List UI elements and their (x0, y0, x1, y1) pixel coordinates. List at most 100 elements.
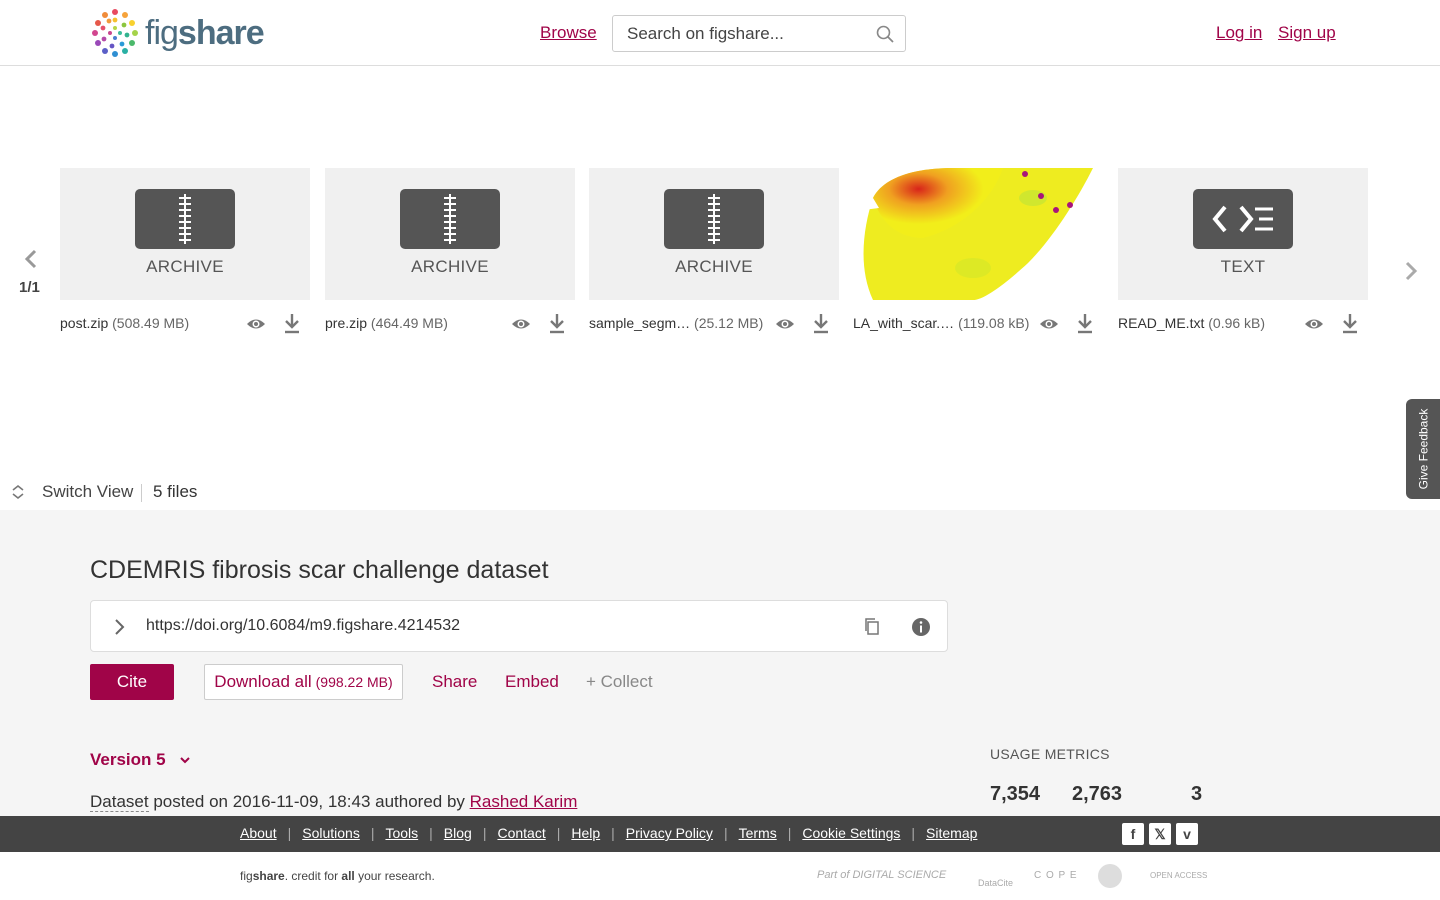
file-name: post.zip (508.49 MB) (60, 315, 190, 331)
carousel-prev-button[interactable] (20, 246, 42, 272)
file-card[interactable]: TEXT READ_ME.txt (0.96 kB) (1118, 168, 1368, 336)
search-icon[interactable] (865, 16, 905, 51)
info-icon[interactable] (911, 617, 931, 637)
doi-link[interactable]: https://doi.org/10.6084/m9.figshare.4214… (146, 617, 460, 635)
share-button[interactable]: Share (432, 672, 477, 692)
badge-logo[interactable] (1098, 864, 1122, 888)
file-card[interactable]: ARCHIVE sample_segm… (25.12 MB) (589, 168, 839, 336)
file-card[interactable]: ARCHIVE post.zip (508.49 MB) (60, 168, 310, 336)
archive-icon (664, 189, 764, 249)
footer-link-cookie-settings[interactable]: Cookie Settings (802, 825, 900, 841)
give-feedback-tab[interactable]: Give Feedback (1406, 399, 1440, 499)
collect-button[interactable]: + Collect (586, 672, 653, 692)
doi-box: https://doi.org/10.6084/m9.figshare.4214… (90, 600, 948, 652)
digital-science-logo[interactable]: Part of DIGITAL SCIENCE (817, 869, 946, 881)
archive-icon (135, 189, 235, 249)
file-meta: READ_ME.txt (0.96 kB) (1118, 312, 1368, 336)
download-icon[interactable] (547, 312, 567, 334)
footer-link-tools[interactable]: Tools (385, 825, 418, 841)
login-link[interactable]: Log in (1216, 23, 1262, 43)
chevron-left-icon (24, 249, 37, 269)
figshare-logo-icon (92, 9, 138, 57)
file-name: pre.zip (464.49 MB) (325, 315, 448, 331)
file-thumbnail[interactable]: ARCHIVE (589, 168, 839, 300)
file-type-label: ARCHIVE (675, 257, 753, 276)
logo-wordmark: figshare (145, 13, 265, 52)
figshare-logo[interactable]: figshare (89, 7, 265, 59)
switch-view-icon[interactable] (11, 484, 25, 500)
switch-view-button[interactable]: Switch View (42, 482, 133, 502)
copy-icon[interactable] (863, 617, 881, 637)
file-thumbnail[interactable]: ARCHIVE (60, 168, 310, 300)
posted-info: Dataset posted on 2016-11-09, 18:43 auth… (90, 792, 578, 812)
footer-tagline: figshare. credit for all your research. (240, 869, 435, 883)
page-title: CDEMRIS fibrosis scar challenge dataset (90, 556, 549, 584)
scar-mesh-preview-image (863, 168, 1093, 300)
embed-button[interactable]: Embed (505, 672, 559, 692)
usage-metrics-title: USAGE METRICS (990, 746, 1110, 762)
file-name: READ_ME.txt (0.96 kB) (1118, 315, 1266, 331)
footer-link-solutions[interactable]: Solutions (302, 825, 360, 841)
file-name: sample_segm… (25.12 MB) (589, 315, 764, 331)
carousel-next-button[interactable] (1400, 258, 1422, 284)
metric-downloads: 2,763 (1072, 783, 1123, 805)
download-all-size: (998.22 MB) (315, 674, 393, 690)
cope-logo[interactable]: C O P E (1034, 870, 1078, 881)
carousel-pager: 1/1 (19, 279, 40, 296)
chevron-down-icon[interactable] (178, 753, 192, 767)
file-meta: sample_segm… (25.12 MB) (589, 312, 839, 336)
footer-links-bar: About | Solutions | Tools | Blog | Contact | … (0, 816, 1440, 852)
download-icon[interactable] (1340, 312, 1360, 334)
footer-bottom: figshare. credit for all your research. … (0, 852, 1440, 900)
file-thumbnail[interactable]: ARCHIVE (325, 168, 575, 300)
version-selector[interactable]: Version 5 (90, 750, 166, 770)
vimeo-icon[interactable]: v (1176, 823, 1198, 845)
preview-eye-icon[interactable] (1039, 314, 1059, 334)
divider (141, 484, 142, 502)
download-all-label: Download all (214, 672, 312, 691)
preview-eye-icon[interactable] (511, 314, 531, 334)
file-type-label: ARCHIVE (146, 257, 224, 276)
cite-button[interactable]: Cite (90, 664, 174, 700)
switch-view-bar: Switch View 5 files (0, 476, 1400, 508)
item-type[interactable]: Dataset (90, 792, 149, 812)
footer-link-sitemap[interactable]: Sitemap (926, 825, 977, 841)
preview-eye-icon[interactable] (1304, 314, 1324, 334)
footer-link-help[interactable]: Help (571, 825, 600, 841)
facebook-icon[interactable]: f (1122, 823, 1144, 845)
footer-link-blog[interactable]: Blog (444, 825, 472, 841)
code-icon (1193, 189, 1293, 249)
file-type-label: TEXT (1220, 257, 1266, 276)
file-card[interactable]: LA_with_scar.… (119.08 kB) (853, 168, 1103, 336)
chevron-right-icon[interactable] (109, 616, 129, 638)
signup-link[interactable]: Sign up (1278, 23, 1336, 43)
footer-links: About | Solutions | Tools | Blog | Contact | … (240, 825, 978, 841)
file-card[interactable]: ARCHIVE pre.zip (464.49 MB) (325, 168, 575, 336)
file-thumbnail-image[interactable] (853, 168, 1103, 300)
metric-citations: 3 (1191, 783, 1203, 805)
footer-link-about[interactable]: About (240, 825, 277, 841)
footer-link-privacy[interactable]: Privacy Policy (626, 825, 713, 841)
footer-link-terms[interactable]: Terms (739, 825, 777, 841)
file-meta: pre.zip (464.49 MB) (325, 312, 575, 336)
download-icon[interactable] (811, 312, 831, 334)
file-thumbnail[interactable]: TEXT (1118, 168, 1368, 300)
download-all-button[interactable]: Download all (998.22 MB) (204, 664, 403, 700)
browse-link[interactable]: Browse (540, 23, 597, 43)
download-icon[interactable] (1075, 312, 1095, 334)
search-box (612, 15, 906, 52)
footer-link-contact[interactable]: Contact (497, 825, 545, 841)
x-icon[interactable]: 𝕏 (1149, 823, 1171, 845)
files-count: 5 files (153, 482, 198, 501)
open-access-logo[interactable]: OPEN ACCESS (1150, 871, 1207, 880)
download-icon[interactable] (282, 312, 302, 334)
search-input[interactable] (613, 16, 865, 51)
preview-eye-icon[interactable] (775, 314, 795, 334)
chevron-right-icon (1405, 261, 1418, 281)
author-link[interactable]: Rashed Karim (470, 792, 578, 811)
give-feedback-label: Give Feedback (1416, 408, 1430, 490)
file-type-label: ARCHIVE (411, 257, 489, 276)
file-meta: LA_with_scar.… (119.08 kB) (853, 312, 1103, 336)
datacite-logo[interactable]: DataCite (978, 878, 1013, 888)
preview-eye-icon[interactable] (246, 314, 266, 334)
